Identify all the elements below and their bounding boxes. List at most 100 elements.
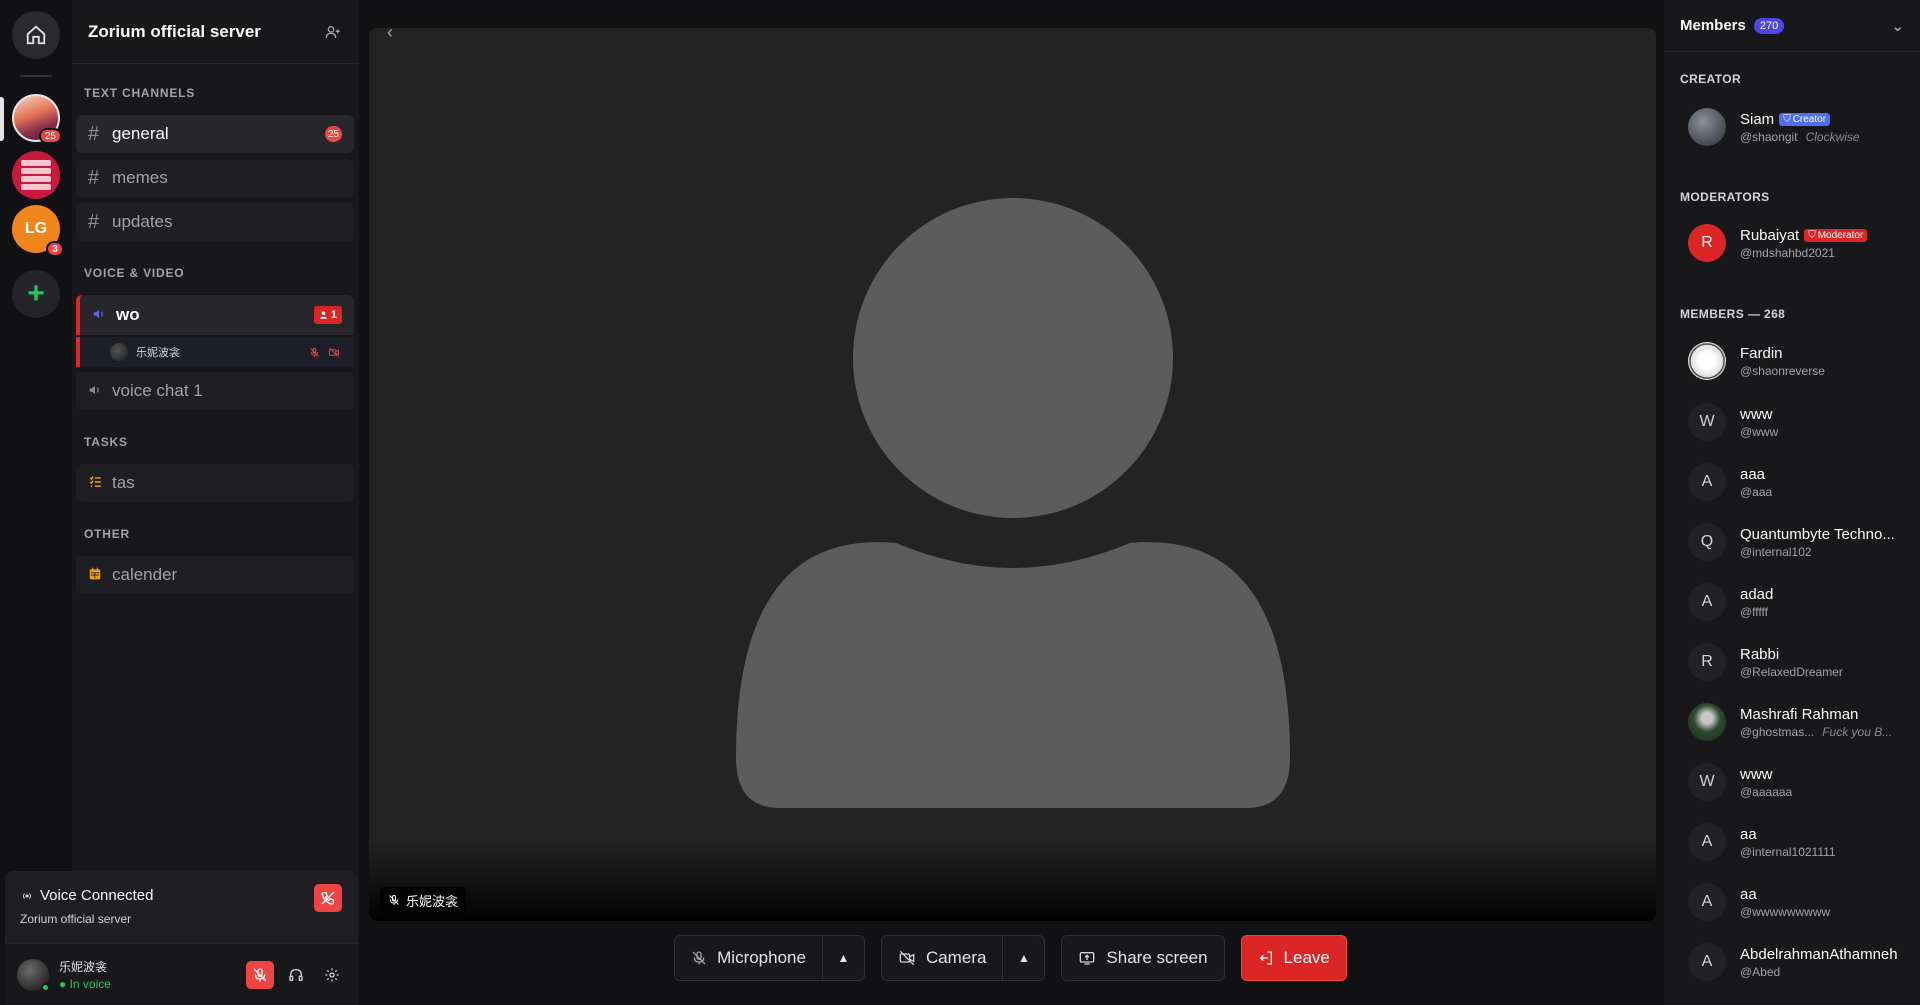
member-handle: @fffff [1740,604,1768,619]
section-members: MEMBERS — 268 [1680,307,1786,321]
member-name: adad [1740,585,1774,603]
members-header[interactable]: Members 270 ⌄ [1664,0,1920,52]
camera-button[interactable]: Camera [882,936,1002,980]
channel-label: wo [116,305,140,324]
user-avatar[interactable] [17,958,50,992]
server-icon-lg[interactable]: LG 3 [12,205,64,257]
channel-calender[interactable]: calender [76,556,354,594]
member-status: Clockwise [1805,129,1860,144]
channel-general[interactable]: # general 25 [76,115,354,153]
speaker-icon [92,304,116,327]
member-handle: @RelaxedDreamer [1740,664,1843,679]
chevron-down-icon[interactable]: ⌄ [1891,17,1904,35]
voice-participant[interactable]: 乐妮波衾 [76,337,354,367]
tile-gradient [369,841,1656,921]
caret-up-icon: ▲ [1017,951,1030,965]
unread-badge: 25 [324,126,342,142]
member-row[interactable]: Q Quantumbyte Techno... @internal102 [1688,523,1918,561]
screen-share-icon [1080,952,1095,965]
microphone-options-button[interactable]: ▲ [821,936,864,980]
section-tasks: TASKS [84,435,128,449]
member-row[interactable]: W www @aaaaaa [1688,763,1918,801]
avatar: W [1688,763,1726,801]
user-settings-button[interactable] [318,961,346,989]
member-name: aa [1740,885,1757,903]
voice-channel-voice-chat-1[interactable]: voice chat 1 [76,372,354,410]
channel-memes[interactable]: # memes [76,159,354,197]
avatar [110,343,128,361]
task-channel-tas[interactable]: tas [76,464,354,502]
avatar: A [1688,823,1726,861]
headphones-icon [289,968,303,981]
speaker-icon [88,380,112,403]
member-moderator[interactable]: R Rubaiyat ⛉ Moderator @mdshahbd2021 [1688,224,1918,262]
share-screen-label: Share screen [1106,948,1208,967]
member-name: Siam [1740,110,1775,128]
deafen-toggle-button[interactable] [282,961,310,989]
microphone-button[interactable]: Microphone [675,936,822,980]
camera-options-button[interactable]: ▲ [1002,936,1044,980]
online-indicator [41,982,50,992]
member-creator[interactable]: Siam ⛉ Creator @shaongit Clockwise [1688,108,1918,146]
home-icon [26,25,46,45]
member-row[interactable]: Mashrafi Rahman @ghostmas... Fuck you B... [1688,703,1918,741]
mic-off-icon [310,347,319,357]
camera-off-icon [328,347,340,357]
member-row[interactable]: W www @www [1688,403,1918,441]
section-other: OTHER [84,527,130,541]
camera-control: Camera ▲ [880,935,1046,981]
member-handle: @mdshahbd2021 [1740,245,1835,260]
member-handle: @Abed [1740,964,1781,979]
disconnect-button[interactable] [314,884,342,912]
member-row[interactable]: A aaa @aaa [1688,463,1918,501]
server-header[interactable]: Zorium official server [72,0,359,64]
server-name: Zorium official server [88,21,261,41]
leave-button[interactable]: Leave [1242,936,1346,980]
avatar [1688,703,1726,741]
member-count-badge: 270 [1753,17,1785,34]
add-user-icon[interactable] [323,22,343,42]
member-row[interactable]: A aa @internal1021111 [1688,823,1918,861]
user-placeholder-icon [736,198,1290,808]
channel-updates[interactable]: # updates [76,203,354,241]
member-name: Fardin [1740,344,1783,362]
server-icon-books[interactable] [12,151,60,199]
member-row[interactable]: Fardin @shaonreverse [1688,342,1918,380]
member-handle: @wwwwwwwww [1740,904,1831,919]
video-tile[interactable]: ‹ 乐妮波衾 [369,28,1656,921]
share-screen-button[interactable]: Share screen [1062,936,1223,980]
camera-off-icon [899,950,915,966]
server-icon-zorium[interactable]: 25 [12,94,62,144]
avatar: R [1688,643,1726,681]
hash-icon: # [88,166,100,189]
member-name: www [1740,405,1773,423]
gear-icon [325,967,339,982]
avatar: A [1688,883,1726,921]
microphone-label: Microphone [717,948,806,967]
chevron-left-icon[interactable]: ‹ [387,28,393,43]
add-server-button[interactable]: + [12,270,60,318]
user-panel: 乐妮波衾 ● In voice [5,943,358,1005]
member-name: Rabbi [1740,645,1780,663]
role-label: Creator [1792,113,1827,125]
member-handle: @www [1740,424,1779,439]
participant-name: 乐妮波衾 [406,893,459,909]
member-handle: @shaonreverse [1740,363,1825,378]
member-row[interactable]: A adad @fffff [1688,583,1918,621]
hash-icon: # [88,122,100,145]
member-row[interactable]: A aa @wwwwwwwww [1688,883,1918,921]
voice-server-name: Zorium official server [20,912,132,926]
participant-count: 1 [330,309,337,321]
calendar-icon [88,564,112,587]
member-name: Rubaiyat [1740,226,1800,244]
member-row[interactable]: R Rabbi @RelaxedDreamer [1688,643,1918,681]
channel-label: general [112,124,169,143]
voice-channel-wo[interactable]: wo 1 [76,295,354,335]
channel-label: voice chat 1 [112,381,203,400]
home-button[interactable] [12,11,60,59]
member-handle: @ghostmas... [1740,724,1815,739]
mute-toggle-button[interactable] [246,960,274,989]
members-title: Members [1680,17,1746,34]
member-row[interactable]: A AbdelrahmanAthamneh @Abed [1688,943,1918,981]
leave-label: Leave [1283,948,1330,967]
